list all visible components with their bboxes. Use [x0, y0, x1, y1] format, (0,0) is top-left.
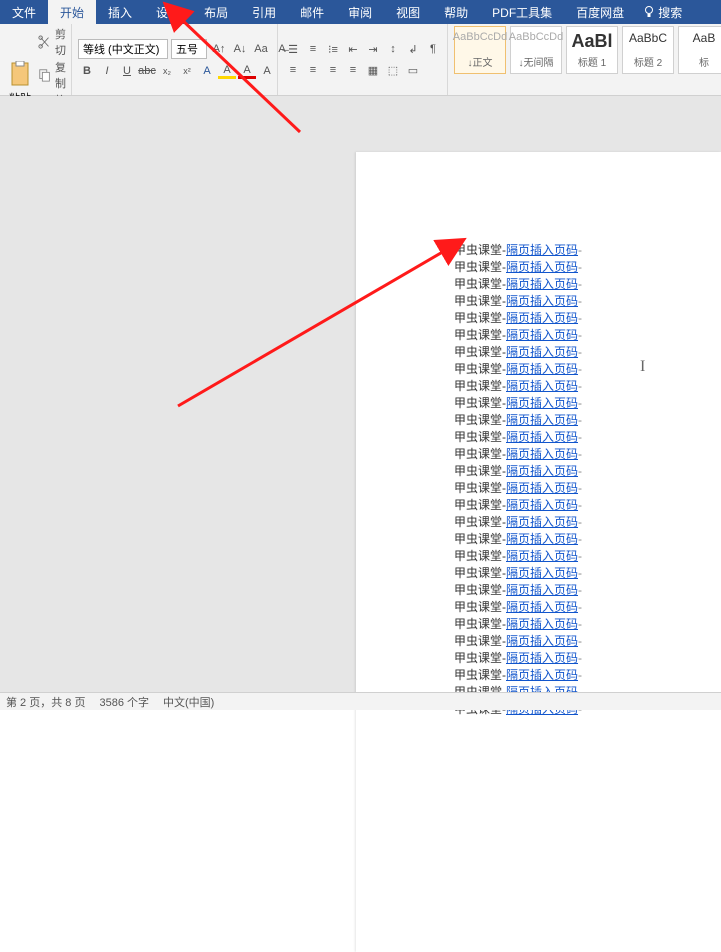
doc-line: 甲虫课堂-隔页插入页码- [454, 361, 713, 378]
doc-line: 甲虫课堂-隔页插入页码- [454, 446, 713, 463]
text-effects-button[interactable]: A [198, 62, 216, 80]
justify-button[interactable]: ≡ [344, 61, 362, 79]
doc-line: 甲虫课堂-隔页插入页码- [454, 480, 713, 497]
menu-布局[interactable]: 布局 [192, 0, 240, 24]
align-center-button[interactable]: ≡ [304, 61, 322, 79]
multilevel-list-button[interactable]: ⁝≡ [324, 40, 342, 58]
align-right-button[interactable]: ≡ [324, 61, 342, 79]
style-tile-4[interactable]: AaB标 [678, 26, 721, 74]
doc-line: 甲虫课堂-隔页插入页码- [454, 599, 713, 616]
doc-line: 甲虫课堂-隔页插入页码- [454, 429, 713, 446]
copy-icon [38, 68, 52, 82]
menu-插入[interactable]: 插入 [96, 0, 144, 24]
outdent-button[interactable]: ⇤ [344, 40, 362, 58]
menu-视图[interactable]: 视图 [384, 0, 432, 24]
underline-button[interactable]: U [118, 62, 136, 80]
shrink-font-button[interactable]: A↓ [231, 40, 249, 58]
doc-line: 甲虫课堂-隔页插入页码- [454, 616, 713, 633]
doc-line: 甲虫课堂-隔页插入页码- [454, 463, 713, 480]
doc-line: 甲虫课堂-隔页插入页码- [454, 378, 713, 395]
language-indicator[interactable]: 中文(中国) [163, 694, 214, 710]
align-left-button[interactable]: ≡ [284, 61, 302, 79]
borders-button[interactable]: ⬚ [384, 61, 402, 79]
doc-line: 甲虫课堂-隔页插入页码- [454, 344, 713, 361]
paste-icon[interactable] [6, 61, 34, 89]
style-tile-2[interactable]: AaBl标题 1 [566, 26, 618, 74]
style-tile-3[interactable]: AaBbC标题 2 [622, 26, 674, 74]
font-size-select[interactable]: 五号 [171, 39, 207, 59]
page-indicator[interactable]: 第 2 页，共 8 页 [6, 694, 85, 710]
doc-line: 甲虫课堂-隔页插入页码- [454, 514, 713, 531]
style-tile-1[interactable]: AaBbCcDd↓无间隔 [510, 26, 562, 74]
status-bar: 第 2 页，共 8 页 3586 个字 中文(中国) [0, 692, 721, 710]
font-family-select[interactable]: 等线 (中文正文) [78, 39, 168, 59]
doc-line: 甲虫课堂-隔页插入页码- [454, 650, 713, 667]
word-count[interactable]: 3586 个字 [99, 694, 149, 710]
style-tile-0[interactable]: AaBbCcDd↓正文 [454, 26, 506, 74]
doc-line: 甲虫课堂-隔页插入页码- [454, 259, 713, 276]
shading-button[interactable]: ▦ [364, 61, 382, 79]
menu-邮件[interactable]: 邮件 [288, 0, 336, 24]
doc-line: 甲虫课堂-隔页插入页码- [454, 497, 713, 514]
show-marks-button[interactable]: ¶ [424, 40, 442, 58]
fill-button[interactable]: ▭ [404, 61, 422, 79]
menu-文件[interactable]: 文件 [0, 0, 48, 24]
doc-line: 甲虫课堂-隔页插入页码- [454, 276, 713, 293]
subscript-button[interactable]: x₂ [158, 62, 176, 80]
scissors-icon [38, 35, 52, 49]
phonetic-guide-button[interactable]: A [258, 62, 276, 80]
menu-审阅[interactable]: 审阅 [336, 0, 384, 24]
doc-line: 甲虫课堂-隔页插入页码- [454, 412, 713, 429]
bold-button[interactable]: B [78, 62, 96, 80]
doc-line: 甲虫课堂-隔页插入页码- [454, 327, 713, 344]
styles-gallery: AaBbCcDd↓正文AaBbCcDd↓无间隔AaBl标题 1AaBbC标题 2… [454, 26, 721, 74]
numbering-button[interactable]: ≡ [304, 40, 322, 58]
doc-line: 甲虫课堂-隔页插入页码- [454, 667, 713, 684]
menu-设计[interactable]: 设计 [144, 0, 192, 24]
bullets-button[interactable]: ☰ [284, 40, 302, 58]
grow-font-button[interactable]: A↑ [210, 40, 228, 58]
font-color-button[interactable]: A [238, 63, 256, 79]
menu-引用[interactable]: 引用 [240, 0, 288, 24]
highlight-button[interactable]: A [218, 63, 236, 79]
menu-bar: 文件开始插入设计布局引用邮件审阅视图帮助PDF工具集百度网盘搜索 [0, 0, 721, 24]
doc-line: 甲虫课堂-隔页插入页码- [454, 395, 713, 412]
copy-button[interactable]: 复制 [38, 59, 66, 91]
menu-帮助[interactable]: 帮助 [432, 0, 480, 24]
paragraph-controls: ☰ ≡ ⁝≡ ⇤ ⇥ ↕ ↲ ¶ ≡ ≡ ≡ ≡ ▦ ⬚ ▭ [284, 26, 442, 93]
font-controls: 等线 (中文正文) 五号 A↑ A↓ Aa A̶ B I U abc x₂ x²… [78, 26, 291, 93]
doc-line: 甲虫课堂-隔页插入页码- [454, 310, 713, 327]
indent-button[interactable]: ⇥ [364, 40, 382, 58]
sort-button[interactable]: ↲ [404, 40, 422, 58]
doc-line: 甲虫课堂-隔页插入页码- [454, 633, 713, 650]
tell-me-search[interactable]: 搜索 [636, 0, 690, 24]
bulb-icon [644, 6, 654, 18]
doc-line: 甲虫课堂-隔页插入页码- [454, 242, 713, 259]
doc-line: 甲虫课堂-隔页插入页码- [454, 293, 713, 310]
menu-开始[interactable]: 开始 [48, 0, 96, 24]
doc-line: 甲虫课堂-隔页插入页码- [454, 531, 713, 548]
italic-button[interactable]: I [98, 62, 116, 80]
doc-line: 甲虫课堂-隔页插入页码- [454, 565, 713, 582]
menu-百度网盘[interactable]: 百度网盘 [564, 0, 636, 24]
strikethrough-button[interactable]: abc [138, 62, 156, 80]
doc-line: 甲虫课堂-隔页插入页码- [454, 582, 713, 599]
change-case-button[interactable]: Aa [252, 40, 270, 58]
document-page[interactable]: 甲虫课堂-隔页插入页码-甲虫课堂-隔页插入页码-甲虫课堂-隔页插入页码-甲虫课堂… [356, 152, 721, 952]
line-spacing-button[interactable]: ↕ [384, 40, 402, 58]
menu-PDF工具集[interactable]: PDF工具集 [480, 0, 564, 24]
doc-line: 甲虫课堂-隔页插入页码- [454, 548, 713, 565]
document-area: 甲虫课堂-隔页插入页码-甲虫课堂-隔页插入页码-甲虫课堂-隔页插入页码-甲虫课堂… [0, 96, 721, 692]
text-cursor-icon: I [640, 358, 641, 372]
cut-button[interactable]: 剪切 [38, 26, 66, 58]
superscript-button[interactable]: x² [178, 62, 196, 80]
ribbon: 粘贴 剪切 复制 格式刷 等线 [0, 24, 721, 96]
